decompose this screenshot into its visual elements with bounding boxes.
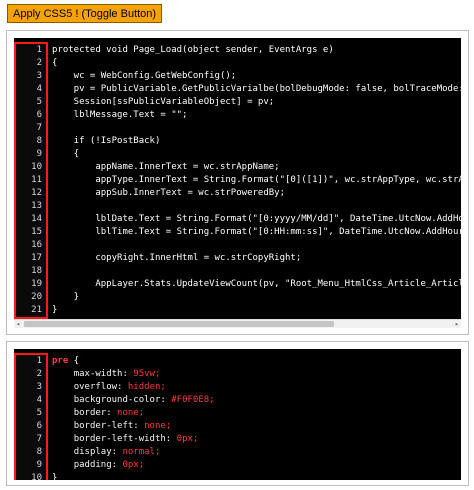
line-number: 19 — [31, 279, 42, 289]
horizontal-scrollbar[interactable]: ◂ ▸ — [14, 319, 461, 328]
open-brace: { — [68, 356, 80, 366]
line-number: 18 — [31, 266, 42, 276]
css-property: background-color: — [73, 395, 166, 405]
code-line: { — [52, 58, 58, 68]
line-number: 21 — [31, 305, 42, 315]
line-number: 1 — [36, 356, 42, 366]
line-number: 5 — [36, 408, 42, 418]
css-declaration: max-width: 95vw; — [52, 368, 461, 381]
css-property: border-left-width: — [73, 434, 172, 444]
css-declaration: padding: 0px; — [52, 459, 461, 472]
css-declaration: display: normal; — [52, 446, 461, 459]
code-line: appType.InnerText = String.Format("[0]([… — [95, 175, 461, 185]
line-number: 3 — [36, 382, 42, 392]
css-property: border: — [73, 408, 112, 418]
code-line: { — [52, 149, 80, 159]
code-line: protected void Page_Load(object sender, … — [52, 45, 334, 55]
css-property: max-width: — [73, 369, 128, 379]
line-number: 4 — [36, 84, 42, 94]
toggle-css-button[interactable]: Apply CSS5 ! (Toggle Button) — [7, 4, 163, 23]
code-line: appSub.InnerText = wc.strPoweredBy; — [52, 188, 285, 198]
line-number: 1 — [36, 45, 42, 55]
code-line: } — [52, 305, 58, 315]
code-lines: pre { max-width: 95vw; overflow: hidden;… — [52, 355, 461, 480]
code-line: appName.InnerText = wc.strAppName; — [52, 162, 280, 172]
line-number-gutter: 1 2 3 4 5 6 7 8 9 10 — [14, 353, 48, 480]
css-value: none; — [117, 408, 145, 418]
close-brace: } — [52, 473, 58, 480]
css-value: #F0F0E8; — [171, 395, 215, 405]
css-value: 0px; — [176, 434, 199, 444]
css-declaration: border-left-width: 0px; — [52, 433, 461, 446]
code-line: lblDate.Text = String.Format("[0:yyyy/MM… — [95, 214, 461, 224]
code-line: lblTime.Text = String.Format("[0:HH:mm:s… — [52, 227, 461, 237]
css-value: hidden; — [127, 382, 166, 392]
code-line: AppLayer.Stats.UpdateViewCount(pv, "Root… — [95, 279, 461, 289]
code-line: wc = WebConfig.GetWebConfig(); — [52, 71, 237, 81]
code-line: Session[ssPublicVariableObject] = pv; — [52, 97, 275, 107]
css-property: display: — [73, 447, 118, 457]
line-number-gutter: 1 2 3 4 5 6 7 8 9 10 11 12 13 14 15 16 17 18 19 20 21 — [14, 42, 48, 319]
code-line: pre { — [52, 355, 461, 368]
scroll-right-icon[interactable]: ▸ — [453, 320, 461, 328]
line-number: 20 — [31, 292, 42, 302]
code-area: 1 2 3 4 5 6 7 8 9 10 11 12 13 14 15 16 17 18 19 20 21 protec… — [14, 38, 461, 320]
code-block-css: 1 2 3 4 5 6 7 8 9 10 pre { max-width: 95vw; overf… — [6, 341, 469, 486]
scrollbar-thumb[interactable] — [24, 321, 334, 327]
css-declaration: border-left: none; — [52, 420, 461, 433]
line-number: 10 — [31, 473, 42, 480]
line-number: 9 — [36, 149, 42, 159]
code-area: 1 2 3 4 5 6 7 8 9 10 pre { max-width: 95vw; overf… — [14, 349, 461, 480]
css-declaration: overflow: hidden; — [52, 381, 461, 394]
css-property: overflow: — [73, 382, 123, 392]
line-number: 11 — [31, 175, 42, 185]
line-number: 5 — [36, 97, 42, 107]
line-number: 2 — [36, 369, 42, 379]
line-number: 8 — [36, 136, 42, 146]
css-property: border-left: — [73, 421, 139, 431]
code-lines: protected void Page_Load(object sender, … — [52, 44, 461, 317]
code-line: if (!IsPostBack) — [52, 136, 161, 146]
line-number: 16 — [31, 240, 42, 250]
line-number: 3 — [36, 71, 42, 81]
code-line: lblMessage.Text = ""; — [52, 110, 188, 120]
code-line: } — [52, 292, 80, 302]
css-selector: pre — [52, 356, 69, 366]
line-number: 10 — [31, 162, 42, 172]
css-value: normal; — [122, 447, 161, 457]
css-value: 95vw; — [133, 369, 161, 379]
line-number: 12 — [31, 188, 42, 198]
line-number: 9 — [36, 460, 42, 470]
line-number: 14 — [31, 214, 42, 224]
line-number: 4 — [36, 395, 42, 405]
css-value: none; — [144, 421, 172, 431]
code-block-csharp: 1 2 3 4 5 6 7 8 9 10 11 12 13 14 15 16 17 18 19 20 21 protec… — [6, 30, 469, 335]
code-line: pv = PublicVariable.GetPublicVarialbe(bo… — [73, 84, 461, 94]
line-number: 7 — [36, 434, 42, 444]
line-number: 2 — [36, 58, 42, 68]
line-number: 6 — [36, 421, 42, 431]
line-number: 7 — [36, 123, 42, 133]
css-property: padding: — [73, 460, 118, 470]
line-number: 17 — [31, 253, 42, 263]
code-line: copyRight.InnerHtml = wc.strCopyRight; — [52, 253, 302, 263]
css-value: 0px; — [122, 460, 145, 470]
css-declaration: border: none; — [52, 407, 461, 420]
line-number: 6 — [36, 110, 42, 120]
css-declaration: background-color: #F0F0E8; — [52, 394, 461, 407]
line-number: 8 — [36, 447, 42, 457]
line-number: 15 — [31, 227, 42, 237]
line-number: 13 — [31, 201, 42, 211]
scroll-left-icon[interactable]: ◂ — [14, 320, 22, 328]
